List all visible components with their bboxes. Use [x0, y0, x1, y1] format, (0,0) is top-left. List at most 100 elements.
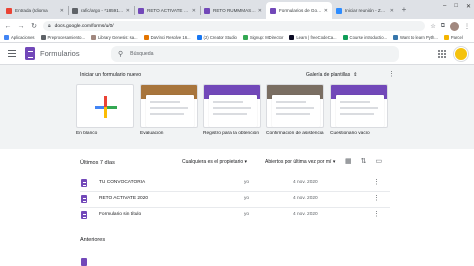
bookmark-item[interactable]: Aplicaciones: [4, 35, 35, 40]
form-row[interactable]: TU CONVOCATORIA yo 4 nov. 2020 ⋮: [0, 175, 474, 191]
form-file-icon: [81, 195, 87, 203]
bookmark-favicon-icon: [4, 35, 9, 40]
tab-title: rafic/argo - *185918?: [81, 8, 124, 13]
maximize-button[interactable]: □: [454, 3, 458, 10]
chevron-down-icon: ▾: [332, 159, 336, 165]
more-options-icon[interactable]: ⋮: [373, 194, 380, 202]
more-options-icon[interactable]: ⋮: [373, 178, 380, 186]
tab-favicon-icon: [270, 7, 276, 14]
form-row[interactable]: RETO ACTIVATE 2020 yo 4 nov. 2020 ⋮: [0, 191, 474, 207]
template-thumbnail[interactable]: [203, 84, 261, 128]
tab-favicon-icon: [204, 7, 210, 14]
template-thumbnail[interactable]: [330, 84, 388, 128]
template-gallery: Iniciar un formulario nuevo Galería de p…: [0, 65, 474, 149]
template-thumbnail[interactable]: [76, 84, 134, 128]
app-header: Formularios ⚲ Búsqueda: [0, 43, 474, 65]
bookmark-label: Learn | freeCodeCa...: [296, 35, 337, 40]
bookmark-item[interactable]: Want to learn Pyth...: [393, 35, 438, 40]
bookmark-item[interactable]: Parcel: [443, 35, 463, 40]
sort-dropdown[interactable]: Abiertos por última vez por mí ▾: [265, 159, 335, 165]
tab-title: RETO RUMMMAS - TCO: [213, 8, 256, 13]
browser-tab[interactable]: RETO RUMMMAS - TCO✕: [200, 2, 266, 19]
browser-tab[interactable]: Entrada (Idioma ✕: [2, 2, 68, 19]
bookmark-favicon-icon: [196, 35, 202, 40]
template-card[interactable]: En blanco: [76, 84, 134, 136]
form-file-icon: [81, 211, 87, 219]
lock-icon: 🔒︎: [48, 23, 51, 29]
form-file-icon[interactable]: [81, 258, 87, 266]
tab-title: Entrada (Idioma: [15, 8, 48, 13]
search-input[interactable]: Búsqueda: [130, 51, 153, 57]
template-label: Registro para la obtención: [203, 131, 259, 136]
folder-icon[interactable]: ▭: [376, 157, 383, 165]
back-arrow-icon[interactable]: ←: [4, 23, 12, 30]
reload-icon[interactable]: ↻: [30, 22, 38, 30]
tab-close-icon[interactable]: ✕: [324, 8, 328, 14]
tab-close-icon[interactable]: ✕: [60, 8, 64, 14]
template-thumbnail[interactable]: [266, 84, 324, 128]
bookmark-item[interactable]: Preprocesamiento...: [40, 35, 85, 40]
main-menu-icon[interactable]: [6, 48, 18, 60]
bookmark-item[interactable]: (2) Creator Studio: [196, 35, 237, 40]
new-tab-button[interactable]: +: [398, 2, 410, 19]
bookmark-item[interactable]: Learn | freeCodeCa...: [289, 35, 337, 40]
more-options-icon[interactable]: ⋮: [373, 210, 380, 218]
bookmark-label: Parcel: [450, 35, 463, 40]
template-gallery-toggle[interactable]: Galería de plantillas ⇕: [306, 72, 357, 78]
browser-menu-icon[interactable]: ⋮: [464, 23, 470, 30]
form-row[interactable]: Formulario sin título yo 4 nov. 2020 ⋮: [0, 207, 474, 223]
bookmark-label: DaVinci Resolve 16...: [150, 35, 191, 40]
extensions-icon[interactable]: ⧉: [441, 23, 445, 30]
forward-arrow-icon[interactable]: →: [17, 23, 25, 30]
sort-az-icon[interactable]: ⇅: [361, 157, 367, 165]
bookmark-favicon-icon: [443, 35, 449, 40]
template-card[interactable]: Confirmación de asistencia: [266, 84, 324, 136]
header-right: [438, 47, 468, 61]
tab-close-icon[interactable]: ✕: [126, 8, 130, 14]
template-card[interactable]: Registro para la obtención: [203, 84, 261, 136]
grid-view-icon[interactable]: ▦: [345, 157, 352, 165]
url-field[interactable]: 🔒︎ docs.google.com/forms/u/0/: [43, 21, 426, 31]
browser-tab[interactable]: Formularios de Google ✕: [266, 2, 332, 19]
form-file-icon: [81, 179, 87, 187]
search-icon[interactable]: ⚲: [118, 50, 123, 58]
form-name: TU CONVOCATORIA: [99, 180, 146, 185]
bookmark-label: Signup: MDirector: [249, 35, 284, 40]
tab-favicon-icon: [6, 7, 12, 14]
bookmark-item[interactable]: Signup: MDirector: [242, 35, 284, 40]
browser-tab[interactable]: RETO ACTIVATE 2020 ✕: [134, 2, 200, 19]
bookmark-favicon-icon: [242, 35, 248, 40]
owner-filter-dropdown[interactable]: Cualquiera es el propietario ▾: [182, 159, 247, 165]
bookmark-label: Want to learn Pyth...: [400, 35, 438, 40]
browser-tab[interactable]: rafic/argo - *185918? ✕: [68, 2, 134, 19]
template-card[interactable]: Evaluación: [140, 84, 198, 136]
bookmark-item[interactable]: DaVinci Resolve 16...: [143, 35, 191, 40]
bookmark-item[interactable]: Course introductio...: [342, 35, 388, 40]
tab-close-icon[interactable]: ✕: [258, 8, 262, 14]
browser-tab[interactable]: Iniciar reunión - Zoom ✕: [332, 2, 398, 19]
bookmark-label: Course introductio...: [349, 35, 388, 40]
bookmark-favicon-icon: [342, 35, 348, 40]
template-card[interactable]: Cuestionario vacío: [330, 84, 388, 136]
bookmark-favicon-icon: [393, 35, 399, 40]
template-label: Confirmación de asistencia: [266, 131, 324, 136]
account-avatar[interactable]: [454, 47, 468, 61]
search-bar[interactable]: ⚲ Búsqueda: [111, 46, 399, 62]
star-icon[interactable]: ☆: [430, 23, 435, 30]
minimize-button[interactable]: –: [443, 3, 446, 10]
tab-close-icon[interactable]: ✕: [390, 8, 394, 14]
template-thumbnail[interactable]: [140, 84, 198, 128]
close-window-button[interactable]: ✕: [466, 3, 471, 10]
google-apps-icon[interactable]: [438, 50, 446, 58]
form-name: Formulario sin título: [99, 212, 142, 217]
tab-title: RETO ACTIVATE 2020: [147, 8, 190, 13]
app-title[interactable]: Formularios: [40, 49, 80, 58]
gallery-more-icon[interactable]: ⋮: [388, 70, 395, 78]
forms-logo-icon[interactable]: [25, 47, 35, 60]
profile-avatar[interactable]: [450, 21, 459, 31]
form-owner: yo: [244, 212, 250, 217]
tab-close-icon[interactable]: ✕: [192, 8, 196, 14]
tab-favicon-icon: [336, 7, 342, 14]
view-options: ▦ ⇅ ▭: [345, 157, 382, 165]
bookmark-item[interactable]: Library Genesis: sa...: [91, 35, 138, 40]
